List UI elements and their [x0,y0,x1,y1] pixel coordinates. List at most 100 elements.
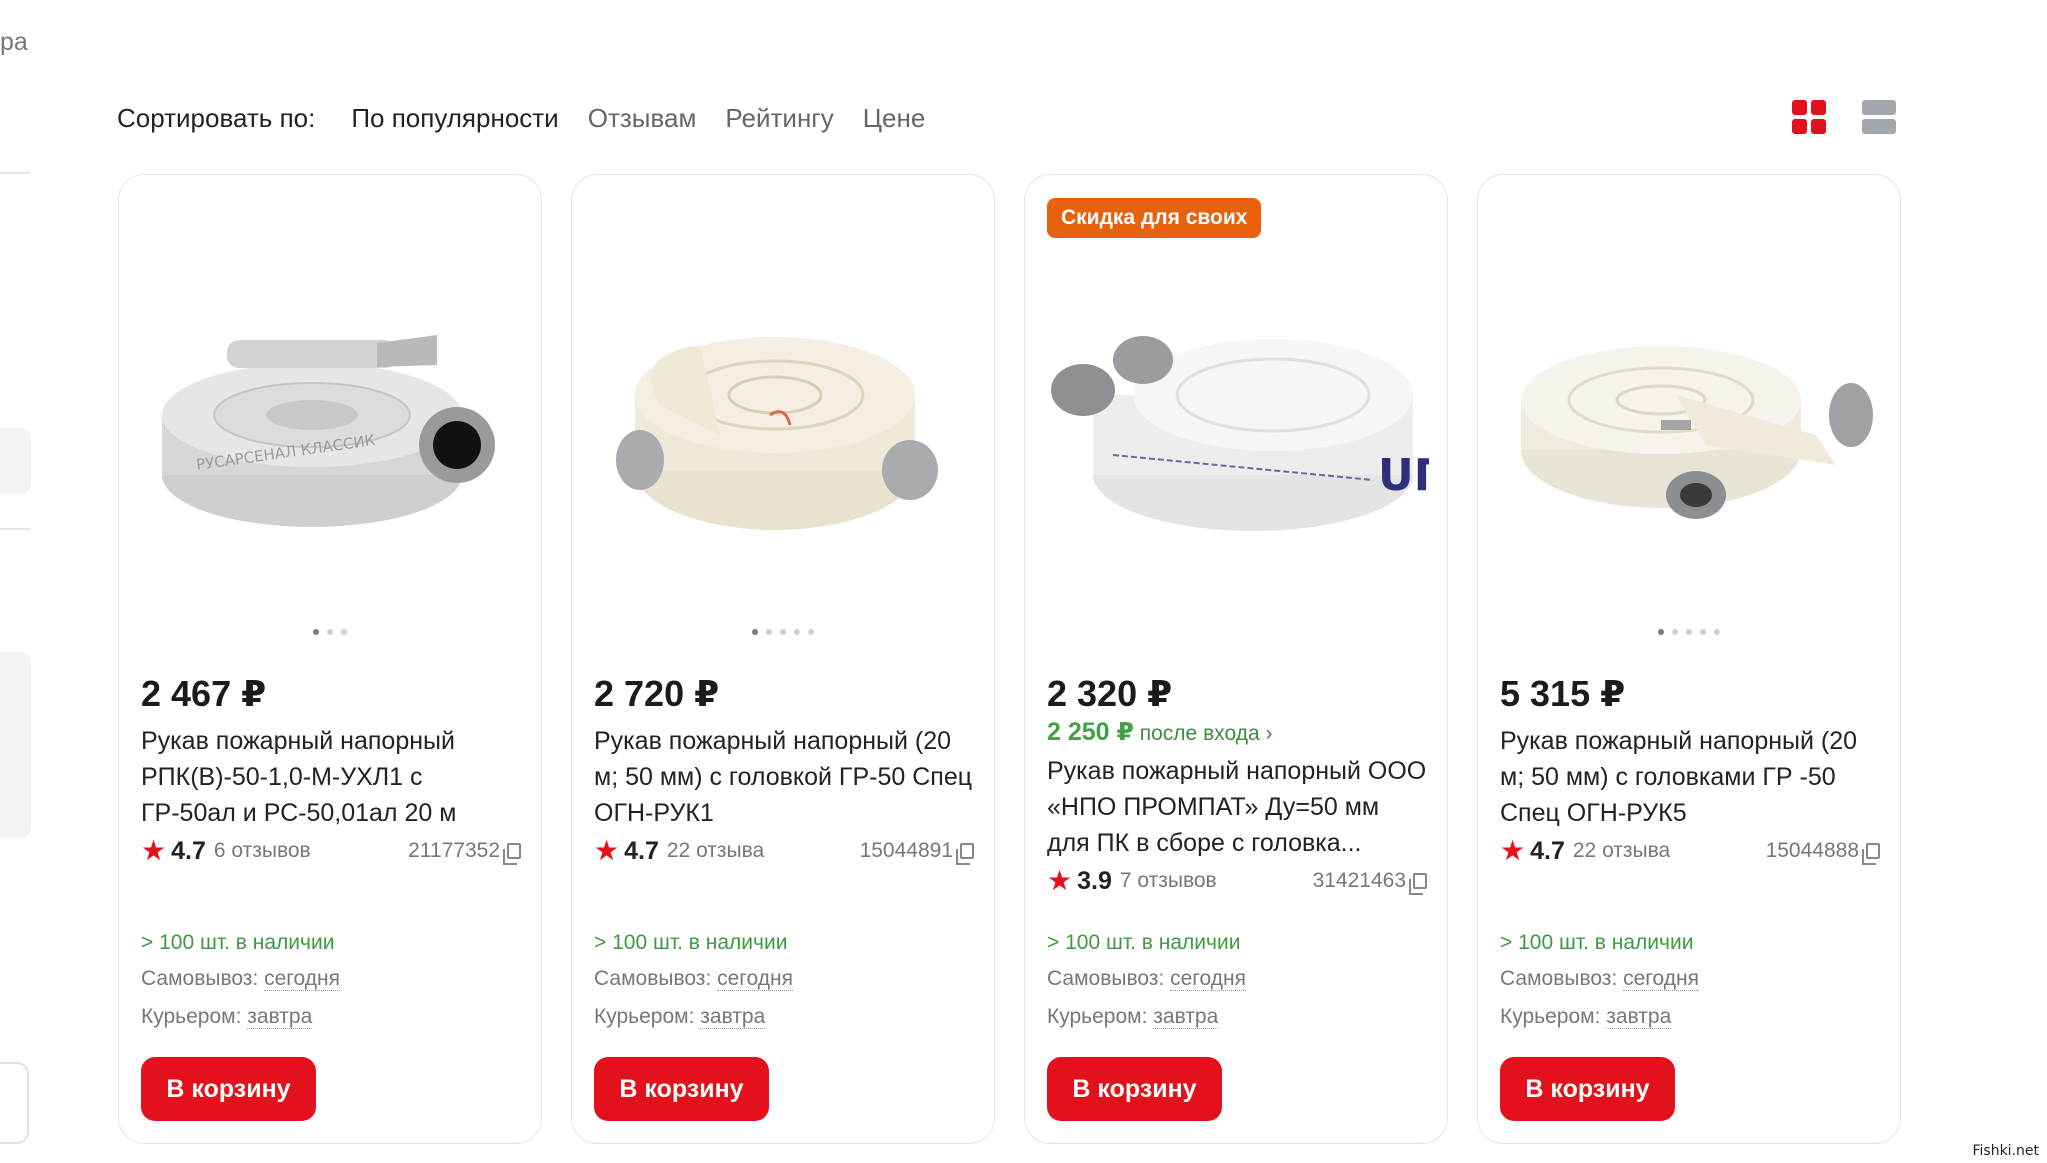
product-image[interactable] [1496,285,1882,555]
product-rating: 3.9 [1077,866,1112,895]
pickup-label: Самовывоз: [1047,967,1165,990]
product-card[interactable]: РУСАРСЕНАЛ КЛАССИК 2 467 ₽ Рукав пожарны… [118,174,542,1144]
sort-option-popularity[interactable]: По популярности [351,103,558,134]
product-title[interactable]: Рукав пожарный напорный (20 м; 50 мм) с … [1500,723,1880,831]
product-sku: 15044891 [859,839,953,862]
carousel-dot[interactable] [752,629,758,635]
star-icon: ★ [1500,835,1526,866]
stock-status: > 100 шт. в наличии [594,931,788,954]
carousel-dot[interactable] [780,629,786,635]
product-rating: 4.7 [624,836,659,865]
sidebar-button[interactable] [0,1062,29,1144]
copy-icon[interactable] [1862,843,1880,865]
reviews-link[interactable]: 22 отзыва [667,839,764,863]
product-title[interactable]: Рукав пожарный напорный (20 м; 50 мм) с … [594,723,974,831]
add-to-cart-button[interactable]: В корзину [1500,1057,1675,1121]
star-icon: ★ [141,835,167,866]
carousel-dot[interactable] [341,629,347,635]
reviews-link[interactable]: 6 отзывов [214,839,311,863]
reviews-link[interactable]: 7 отзывов [1120,869,1217,893]
copy-icon[interactable] [956,843,974,865]
courier-date[interactable]: завтра [1153,1005,1219,1029]
pickup-date[interactable]: сегодня [1623,967,1699,991]
product-price: 5 315 ₽ [1500,673,1626,714]
member-price: 2 250 ₽ [1047,718,1134,746]
stock-status: > 100 шт. в наличии [1500,931,1694,954]
svg-text:UГ: UГ [1378,450,1429,501]
product-title[interactable]: Рукав пожарный напорный ООО «НПО ПРОМПАТ… [1047,753,1427,861]
promo-price-row[interactable]: 2 250 ₽ после входа › [1047,717,1427,749]
courier-info: Курьером: завтра [594,1005,766,1029]
courier-label: Курьером: [1500,1005,1601,1028]
add-to-cart-button[interactable]: В корзину [141,1057,316,1121]
product-rating: 4.7 [1530,836,1565,865]
courier-info: Курьером: завтра [141,1005,313,1029]
stock-status: > 100 шт. в наличии [141,931,335,954]
product-image[interactable]: UГ [1043,285,1429,555]
pickup-info: Самовывоз: сегодня [141,967,340,991]
product-sku: 21177352 [408,839,500,862]
product-sku: 15044888 [1765,839,1859,862]
product-rating: 4.7 [171,836,206,865]
pickup-label: Самовывоз: [1500,967,1618,990]
carousel-dot[interactable] [1686,629,1692,635]
sidebar-divider [0,528,30,530]
pickup-date[interactable]: сегодня [1170,967,1246,991]
pickup-label: Самовывоз: [141,967,259,990]
copy-icon[interactable] [1409,873,1427,895]
copy-icon[interactable] [503,843,521,865]
pickup-info: Самовывоз: сегодня [1500,967,1699,991]
pickup-label: Самовывоз: [594,967,712,990]
image-carousel-dots[interactable] [1478,629,1900,635]
star-icon: ★ [594,835,620,866]
product-card[interactable]: 5 315 ₽ Рукав пожарный напорный (20 м; 5… [1477,174,1901,1144]
sort-option-reviews[interactable]: Отзывам [588,103,697,134]
product-price: 2 720 ₽ [594,673,720,714]
sort-bar: Сортировать по: По популярности Отзывам … [117,100,954,136]
pickup-date[interactable]: сегодня [717,967,793,991]
sort-option-rating[interactable]: Рейтингу [725,103,833,134]
reviews-link[interactable]: 22 отзыва [1573,839,1670,863]
sidebar-divider [0,172,30,174]
product-sku: 31421463 [1312,869,1406,892]
product-title[interactable]: Рукав пожарный напорный РПК(В)-50-1,0-М-… [141,723,521,831]
star-icon: ★ [1047,865,1073,896]
watermark: Fishki.net [1972,1143,2039,1159]
sort-option-price[interactable]: Цене [863,103,926,134]
carousel-dot[interactable] [766,629,772,635]
add-to-cart-button[interactable]: В корзину [1047,1057,1222,1121]
carousel-dot[interactable] [794,629,800,635]
carousel-dot[interactable] [327,629,333,635]
carousel-dot[interactable] [1714,629,1720,635]
courier-date[interactable]: завтра [700,1005,766,1029]
courier-info: Курьером: завтра [1500,1005,1672,1029]
sidebar-filter-panel[interactable] [0,652,31,838]
product-image[interactable]: РУСАРСЕНАЛ КЛАССИК [137,285,523,555]
image-carousel-dots[interactable] [119,629,541,635]
carousel-dot[interactable] [1672,629,1678,635]
courier-info: Курьером: завтра [1047,1005,1219,1029]
view-toggles [1792,100,1896,134]
carousel-dot[interactable] [1700,629,1706,635]
promo-note: после входа [1139,722,1260,745]
product-card[interactable]: 2 720 ₽ Рукав пожарный напорный (20 м; 5… [571,174,995,1144]
image-carousel-dots[interactable] [572,629,994,635]
product-price: 2 467 ₽ [141,673,267,714]
product-image[interactable] [590,285,976,555]
product-card[interactable]: Скидка для своих UГ 2 320 ₽ 2 250 ₽ посл… [1024,174,1448,1144]
stock-status: > 100 шт. в наличии [1047,931,1241,954]
courier-date[interactable]: завтра [1606,1005,1672,1029]
product-price: 2 320 ₽ [1047,673,1173,714]
carousel-dot[interactable] [1658,629,1664,635]
add-to-cart-button[interactable]: В корзину [594,1057,769,1121]
list-view-icon[interactable] [1862,100,1896,134]
pickup-info: Самовывоз: сегодня [1047,967,1246,991]
courier-label: Курьером: [594,1005,695,1028]
pickup-info: Самовывоз: сегодня [594,967,793,991]
sidebar-input[interactable] [0,428,31,494]
carousel-dot[interactable] [313,629,319,635]
grid-view-icon[interactable] [1792,100,1826,134]
courier-date[interactable]: завтра [247,1005,313,1029]
carousel-dot[interactable] [808,629,814,635]
pickup-date[interactable]: сегодня [264,967,340,991]
